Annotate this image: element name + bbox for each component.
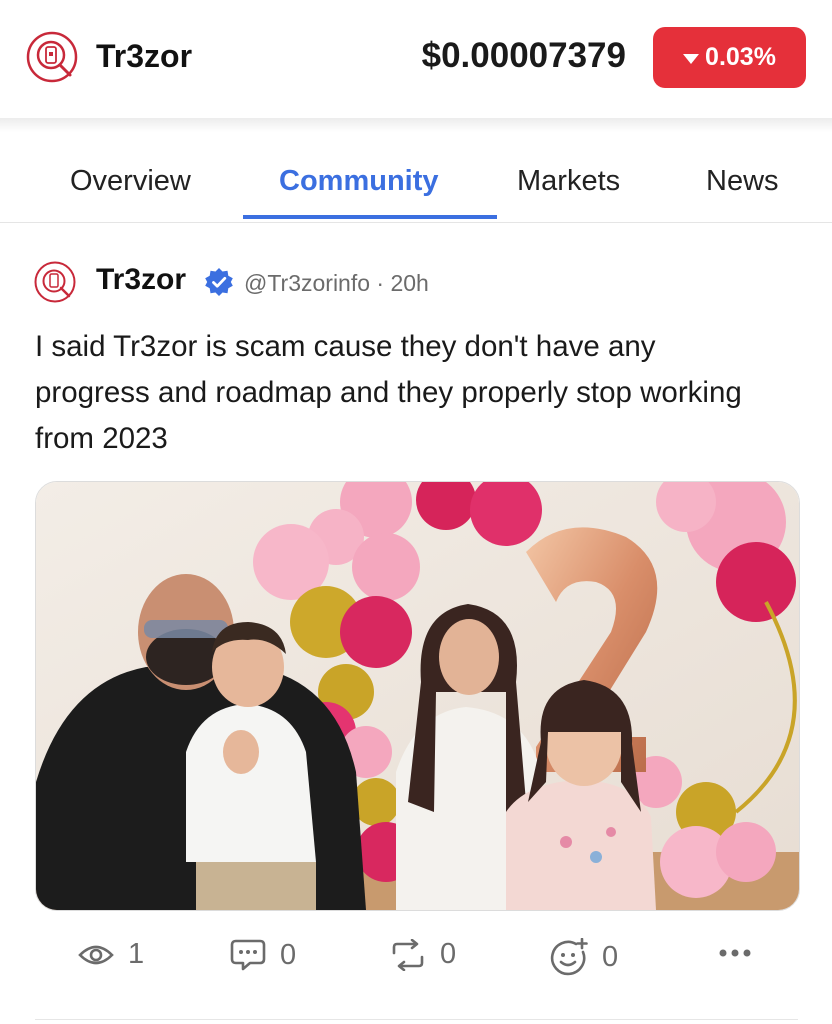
comments-count: 0	[280, 938, 297, 971]
down-triangle-icon	[683, 53, 700, 64]
app-header: Tr3zor $0.00007379 0.03%	[0, 0, 832, 118]
tab-community[interactable]: Community	[279, 165, 439, 198]
post-actions: 1 0 0 0	[0, 930, 832, 990]
post-body: I said Tr3zor is scam cause they don't h…	[35, 330, 742, 455]
tab-markets[interactable]: Markets	[517, 165, 620, 198]
reactions-count: 0	[602, 940, 619, 973]
eye-icon	[78, 945, 114, 964]
post-divider	[35, 1019, 798, 1020]
repost-icon	[392, 938, 424, 971]
tab-bar: Overview Community Markets News	[0, 132, 832, 223]
reaction-action[interactable]: 0	[550, 938, 618, 976]
views-action[interactable]: 1	[78, 938, 144, 971]
post-handle-time: @Tr3zorinfo · 20h	[244, 270, 429, 296]
tab-overview[interactable]: Overview	[70, 165, 191, 198]
comment-action[interactable]: 0	[230, 938, 296, 972]
more-button[interactable]	[718, 948, 754, 958]
post-image[interactable]	[35, 481, 800, 911]
views-count: 1	[128, 938, 145, 970]
header-shadow	[0, 118, 832, 132]
comment-icon	[230, 939, 266, 971]
author-avatar[interactable]	[34, 261, 76, 303]
verified-badge-icon	[205, 268, 233, 296]
price-change-value: 0.03%	[705, 43, 776, 71]
price-change-badge: 0.03%	[653, 27, 806, 88]
reposts-count: 0	[440, 938, 457, 970]
token-price: $0.00007379	[421, 36, 626, 75]
more-icon	[719, 949, 751, 957]
family-photo	[36, 482, 799, 910]
repost-action[interactable]: 0	[390, 938, 456, 971]
tab-news[interactable]: News	[706, 165, 779, 198]
logo-icon	[26, 31, 78, 83]
post-author-name[interactable]: Tr3zor	[96, 263, 186, 297]
app-name: Tr3zor	[96, 38, 193, 74]
active-tab-indicator	[243, 215, 497, 219]
add-reaction-icon	[550, 938, 588, 976]
